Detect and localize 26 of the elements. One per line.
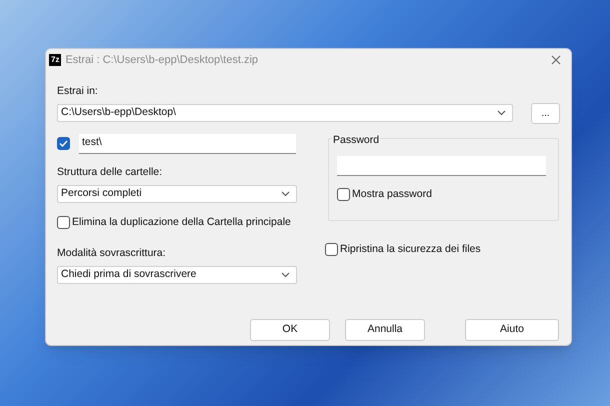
browse-button[interactable]: ...: [531, 102, 560, 124]
checkmark-icon: [59, 140, 68, 148]
checkbox[interactable]: [57, 137, 70, 150]
field-label: Modalità sovrascrittura:: [57, 246, 167, 262]
checkbox[interactable]: [57, 216, 70, 229]
chevron-down-icon: [281, 190, 290, 196]
dialog-button[interactable]: Aiuto: [465, 319, 559, 341]
app-logo-icon: 7z: [49, 54, 62, 66]
checkbox[interactable]: [325, 243, 338, 256]
destination-combo[interactable]: C:\Users\b-epp\Desktop\: [57, 104, 513, 122]
dialog-button[interactable]: Annulla: [345, 319, 425, 341]
field-label: Estrai in:: [57, 84, 99, 99]
password-input[interactable]: [337, 156, 546, 176]
checkbox[interactable]: [337, 188, 350, 202]
dialog-button[interactable]: OK: [250, 319, 330, 341]
checkbox-label: Ripristina la sicurezza dei files: [340, 242, 481, 257]
path-mode-select[interactable]: Percorsi completi: [57, 184, 297, 202]
field-label: Struttura delle cartelle:: [57, 164, 164, 180]
checkbox-label: Elimina la duplicazione della Cartella principale: [72, 214, 291, 230]
close-icon[interactable]: [551, 55, 561, 65]
subfolder-input[interactable]: test\: [79, 134, 296, 154]
chevron-down-icon: [281, 272, 290, 278]
chevron-down-icon: [497, 110, 506, 116]
overwrite-mode-select[interactable]: Chiedi prima di sovrascrivere: [57, 266, 297, 284]
window-title: Estrai : C:\Users\b-epp\Desktop\test.zip: [65, 52, 258, 68]
checkbox-label: Mostra password: [352, 186, 432, 202]
